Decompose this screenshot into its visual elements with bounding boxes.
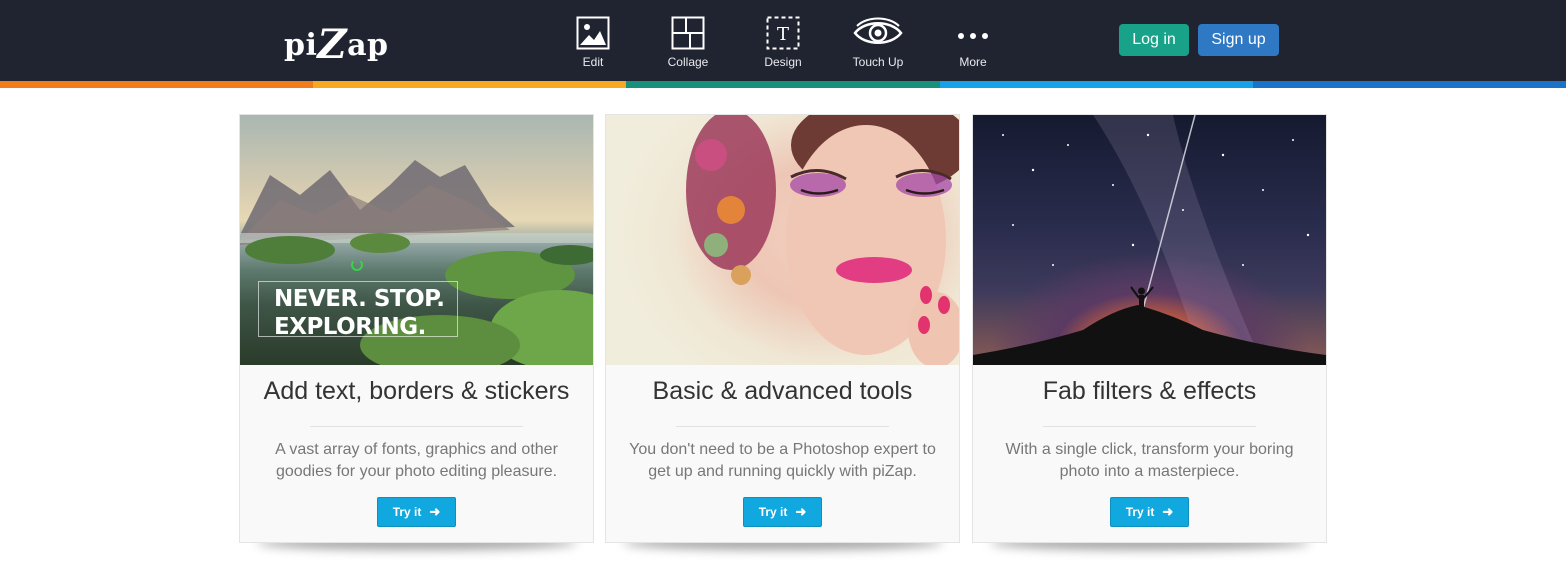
pizap-logo[interactable]: piZap	[284, 18, 389, 68]
feature-card-tools: Basic & advanced tools You don't need to…	[605, 114, 960, 543]
arrow-right-icon: ➜	[429, 504, 441, 519]
arrow-right-icon: ➜	[1162, 504, 1174, 519]
landscape-photo: NEVER. STOP. EXPLORING.	[240, 115, 593, 365]
card-divider	[1043, 426, 1256, 427]
image-icon	[576, 16, 610, 50]
top-navigation-bar: piZap Edit Collage T Design Touch Up Mor…	[0, 0, 1566, 81]
card-title: Add text, borders & stickers	[263, 377, 570, 405]
nav-collage-label: Collage	[667, 55, 709, 69]
nav-collage[interactable]: Collage	[653, 16, 723, 72]
rotate-handle-icon[interactable]	[351, 259, 363, 271]
arrow-right-icon: ➜	[795, 504, 807, 519]
nav-design-label: Design	[764, 55, 802, 69]
collage-grid-icon	[671, 16, 705, 50]
card-divider	[310, 426, 523, 427]
eye-icon	[853, 17, 903, 44]
portrait-photo	[606, 115, 959, 365]
text-frame-icon: T	[766, 16, 800, 50]
login-button[interactable]: Log in	[1119, 24, 1189, 56]
svg-text:T: T	[777, 24, 789, 45]
feature-card-filters: Fab filters & effects With a single clic…	[972, 114, 1327, 543]
card-title: Fab filters & effects	[1042, 377, 1257, 405]
card-description: With a single click, transform your bori…	[1005, 441, 1294, 480]
night-sky-scene	[973, 115, 1326, 365]
nav-edit-label: Edit	[582, 55, 604, 69]
stripe-segment-light-blue	[939, 81, 1253, 88]
nav-design[interactable]: T Design	[748, 16, 818, 72]
stripe-segment-blue	[1252, 81, 1566, 88]
card-description: A vast array of fonts, graphics and othe…	[275, 441, 558, 480]
stripe-segment-orange	[0, 81, 314, 88]
nav-edit[interactable]: Edit	[558, 16, 628, 72]
nav-touch-up-label: Touch Up	[852, 55, 904, 69]
card-description: You don't need to be a Photoshop expert …	[629, 441, 936, 480]
nav-touch-up[interactable]: Touch Up	[843, 16, 913, 72]
stripe-segment-yellow	[313, 81, 627, 88]
ellipsis-icon	[958, 33, 988, 39]
color-stripe	[0, 81, 1566, 88]
nav-more-label: More	[959, 55, 987, 69]
signup-button[interactable]: Sign up	[1198, 24, 1279, 56]
try-it-button[interactable]: Try it ➜	[743, 497, 822, 527]
card-title: Basic & advanced tools	[652, 377, 913, 405]
try-it-button[interactable]: Try it ➜	[377, 497, 456, 527]
night-sky-photo	[973, 115, 1326, 365]
nav-more[interactable]: More	[938, 16, 1008, 72]
try-it-button[interactable]: Try it ➜	[1110, 497, 1189, 527]
feature-card-text-stickers: NEVER. STOP. EXPLORING. Add text, border…	[239, 114, 594, 543]
portrait-scene	[686, 115, 959, 365]
card-divider	[676, 426, 889, 427]
image-overlay-text: NEVER. STOP. EXPLORING.	[274, 286, 445, 340]
stripe-segment-teal	[626, 81, 940, 88]
